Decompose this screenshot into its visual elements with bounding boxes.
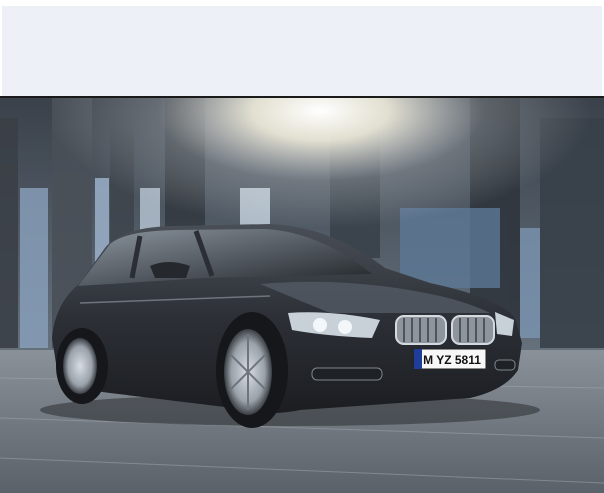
- front-wheel: [216, 312, 288, 428]
- license-plate-text: M YZ 5811: [423, 353, 481, 367]
- license-plate: M YZ 5811: [413, 348, 487, 370]
- top-banner: [2, 6, 602, 96]
- rear-wheel: [56, 328, 108, 404]
- kidney-grille: [395, 315, 495, 345]
- car-photo: M YZ 5811: [0, 98, 604, 493]
- hero-image: M YZ 5811: [0, 98, 604, 493]
